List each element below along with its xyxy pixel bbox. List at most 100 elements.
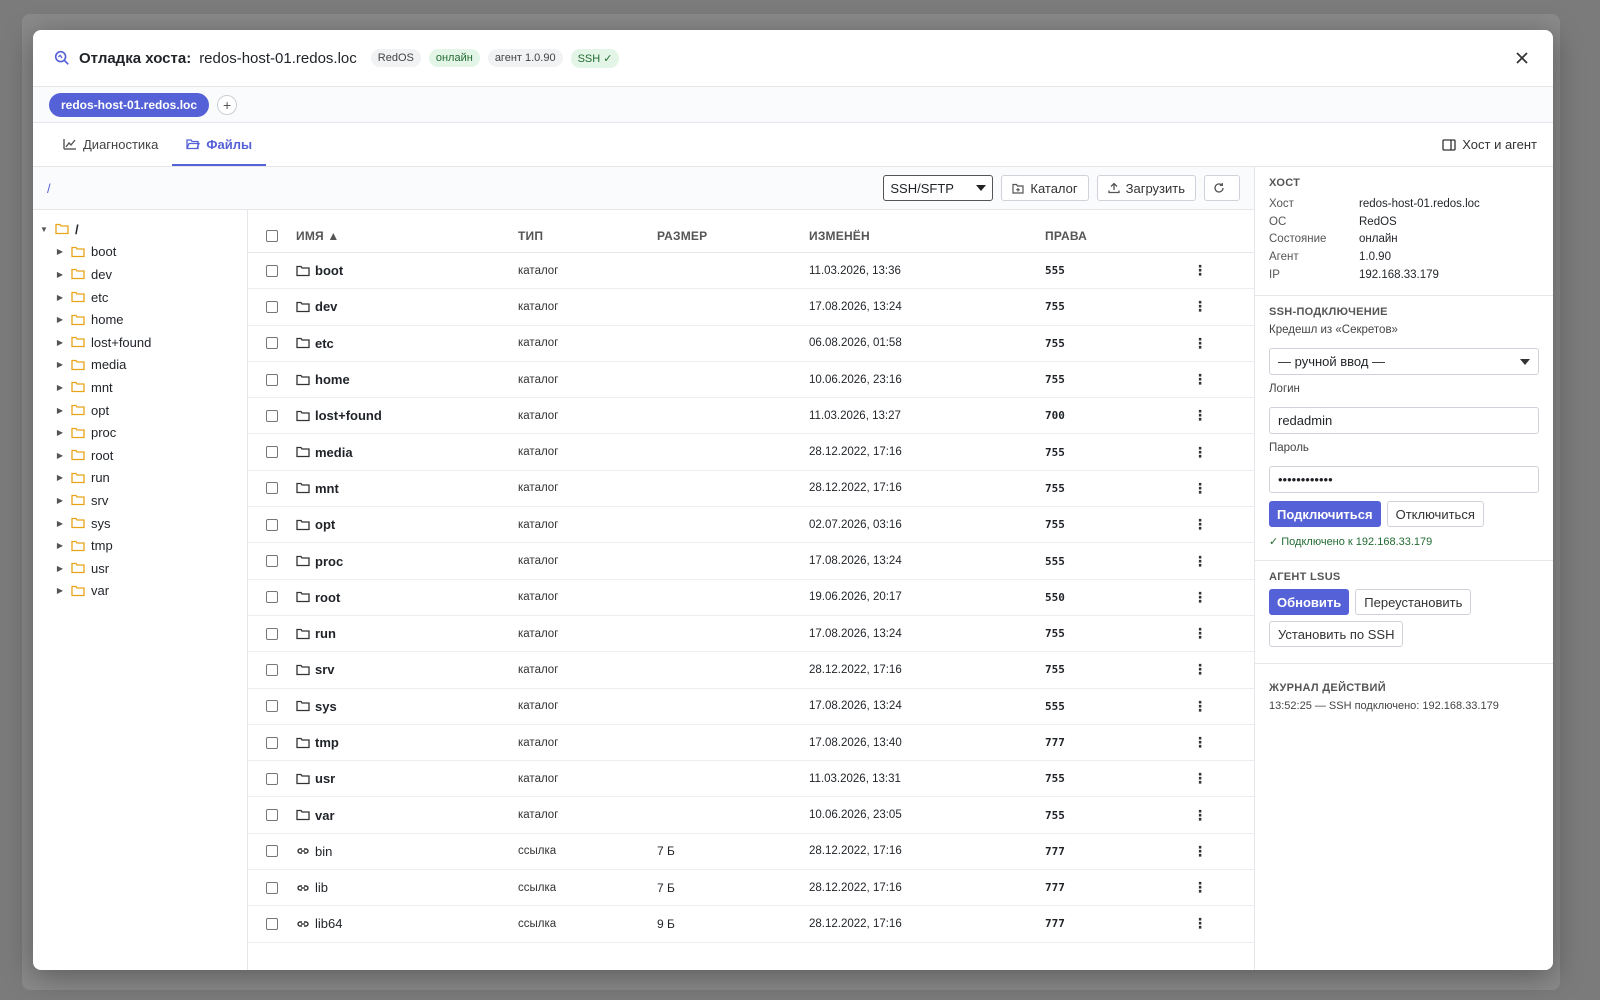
- tree-node[interactable]: ▶ boot: [33, 241, 247, 264]
- row-name[interactable]: opt: [296, 517, 518, 532]
- row-checkbox[interactable]: [266, 409, 278, 422]
- row-menu-button[interactable]: ⋮: [1180, 698, 1220, 715]
- caret-right-icon[interactable]: ▶: [55, 519, 65, 528]
- protocol-select[interactable]: SSH/SFTP: [883, 175, 994, 201]
- new-folder-button[interactable]: Каталог: [1001, 175, 1089, 201]
- table-row[interactable]: bin ссылка 7 Б 28.12.2022, 17:16 777 ⋮: [248, 834, 1254, 871]
- col-type[interactable]: Тип: [518, 229, 657, 243]
- row-checkbox[interactable]: [266, 518, 278, 531]
- caret-right-icon[interactable]: ▶: [55, 247, 65, 256]
- row-checkbox[interactable]: [266, 772, 278, 785]
- row-menu-button[interactable]: ⋮: [1180, 915, 1220, 932]
- tree-node[interactable]: ▶ lost+found: [33, 331, 247, 354]
- row-name[interactable]: boot: [296, 263, 518, 278]
- table-row[interactable]: run каталог 17.08.2026, 13:24 755 ⋮: [248, 616, 1254, 653]
- credential-select[interactable]: — ручной ввод —: [1269, 348, 1539, 376]
- update-agent-button[interactable]: Обновить: [1269, 589, 1350, 616]
- row-checkbox[interactable]: [266, 663, 278, 676]
- tree-node[interactable]: ▶ sys: [33, 512, 247, 535]
- col-modified[interactable]: Изменён: [809, 229, 1045, 243]
- tree-node[interactable]: ▶ root: [33, 444, 247, 467]
- row-name[interactable]: lib: [296, 880, 518, 895]
- table-row[interactable]: usr каталог 11.03.2026, 13:31 755 ⋮: [248, 761, 1254, 798]
- row-checkbox[interactable]: [266, 591, 278, 604]
- table-row[interactable]: home каталог 10.06.2026, 23:16 755 ⋮: [248, 362, 1254, 399]
- refresh-button[interactable]: [1204, 175, 1240, 201]
- tree-node[interactable]: ▶ opt: [33, 399, 247, 422]
- caret-right-icon[interactable]: ▶: [55, 270, 65, 279]
- table-row[interactable]: mnt каталог 28.12.2022, 17:16 755 ⋮: [248, 471, 1254, 508]
- row-name[interactable]: usr: [296, 771, 518, 786]
- row-name[interactable]: dev: [296, 299, 518, 314]
- upload-button[interactable]: Загрузить: [1096, 175, 1196, 201]
- row-name[interactable]: run: [296, 626, 518, 641]
- caret-right-icon[interactable]: ▶: [55, 451, 65, 460]
- tree-node-root[interactable]: ▼ /: [33, 218, 247, 241]
- table-row[interactable]: lib64 ссылка 9 Б 28.12.2022, 17:16 777 ⋮: [248, 906, 1254, 943]
- caret-right-icon[interactable]: ▶: [55, 383, 65, 392]
- table-row[interactable]: sys каталог 17.08.2026, 13:24 555 ⋮: [248, 689, 1254, 725]
- row-name[interactable]: mnt: [296, 481, 518, 496]
- row-menu-button[interactable]: ⋮: [1180, 480, 1220, 497]
- row-checkbox[interactable]: [266, 736, 278, 749]
- row-menu-button[interactable]: ⋮: [1180, 879, 1220, 896]
- caret-right-icon[interactable]: ▶: [55, 360, 65, 369]
- row-name[interactable]: var: [296, 808, 518, 823]
- row-menu-button[interactable]: ⋮: [1180, 298, 1220, 315]
- reinstall-agent-button[interactable]: Переустановить: [1355, 589, 1472, 616]
- row-checkbox[interactable]: [266, 264, 278, 277]
- select-all-checkbox[interactable]: [266, 230, 278, 242]
- row-menu-button[interactable]: ⋮: [1180, 770, 1220, 787]
- tree-node[interactable]: ▶ srv: [33, 489, 247, 512]
- login-field[interactable]: redadmin: [1269, 407, 1539, 435]
- row-menu-button[interactable]: ⋮: [1180, 589, 1220, 606]
- row-menu-button[interactable]: ⋮: [1180, 661, 1220, 678]
- table-row[interactable]: srv каталог 28.12.2022, 17:16 755 ⋮: [248, 652, 1254, 689]
- add-host-tab-button[interactable]: +: [217, 94, 238, 115]
- row-menu-button[interactable]: ⋮: [1180, 734, 1220, 751]
- table-row[interactable]: boot каталог 11.03.2026, 13:36 555 ⋮: [248, 253, 1254, 290]
- row-checkbox[interactable]: [266, 555, 278, 568]
- row-name[interactable]: lib64: [296, 916, 518, 931]
- caret-right-icon[interactable]: ▶: [55, 293, 65, 302]
- row-menu-button[interactable]: ⋮: [1180, 516, 1220, 533]
- table-row[interactable]: etc каталог 06.08.2026, 01:58 755 ⋮: [248, 326, 1254, 362]
- host-agent-toggle[interactable]: Хост и агент: [1442, 137, 1537, 152]
- col-size[interactable]: Размер: [657, 229, 809, 243]
- row-menu-button[interactable]: ⋮: [1180, 553, 1220, 570]
- table-row[interactable]: opt каталог 02.07.2026, 03:16 755 ⋮: [248, 507, 1254, 544]
- tab-files[interactable]: Файлы: [172, 124, 267, 166]
- col-perms[interactable]: Права: [1045, 229, 1180, 243]
- table-row[interactable]: proc каталог 17.08.2026, 13:24 555 ⋮: [248, 543, 1254, 580]
- row-menu-button[interactable]: ⋮: [1180, 335, 1220, 352]
- disconnect-button[interactable]: Отключиться: [1386, 501, 1484, 528]
- table-row[interactable]: tmp каталог 17.08.2026, 13:40 777 ⋮: [248, 725, 1254, 762]
- row-name[interactable]: lost+found: [296, 408, 518, 423]
- password-field[interactable]: ••••••••••••: [1269, 466, 1539, 494]
- connect-button[interactable]: Подключиться: [1269, 501, 1381, 528]
- tree-node[interactable]: ▶ etc: [33, 286, 247, 309]
- caret-right-icon[interactable]: ▶: [55, 406, 65, 415]
- tree-node[interactable]: ▶ mnt: [33, 376, 247, 399]
- row-name[interactable]: home: [296, 372, 518, 387]
- caret-right-icon[interactable]: ▶: [55, 564, 65, 573]
- row-menu-button[interactable]: ⋮: [1180, 807, 1220, 824]
- row-checkbox[interactable]: [266, 881, 278, 894]
- row-menu-button[interactable]: ⋮: [1180, 625, 1220, 642]
- tree-node[interactable]: ▶ media: [33, 354, 247, 377]
- row-checkbox[interactable]: [266, 809, 278, 822]
- row-name[interactable]: bin: [296, 844, 518, 859]
- row-menu-button[interactable]: ⋮: [1180, 262, 1220, 279]
- row-checkbox[interactable]: [266, 300, 278, 313]
- row-checkbox[interactable]: [266, 446, 278, 459]
- caret-right-icon[interactable]: ▶: [55, 473, 65, 482]
- col-name[interactable]: Имя ▲: [296, 229, 518, 243]
- row-name[interactable]: etc: [296, 336, 518, 351]
- row-checkbox[interactable]: [266, 627, 278, 640]
- breadcrumb[interactable]: /: [47, 181, 51, 196]
- row-checkbox[interactable]: [266, 373, 278, 386]
- row-checkbox[interactable]: [266, 917, 278, 930]
- tree-node[interactable]: ▶ run: [33, 467, 247, 490]
- table-row[interactable]: root каталог 19.06.2026, 20:17 550 ⋮: [248, 580, 1254, 616]
- row-name[interactable]: srv: [296, 662, 518, 677]
